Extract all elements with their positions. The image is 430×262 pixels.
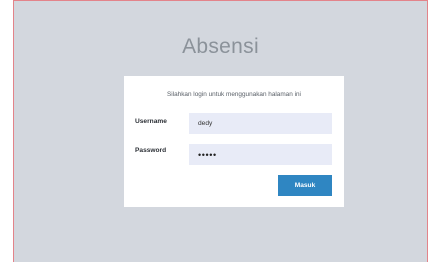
password-field[interactable] bbox=[189, 144, 332, 165]
username-field[interactable] bbox=[189, 113, 332, 134]
app-title: Absensi bbox=[182, 35, 259, 58]
login-instruction: Silahkan login untuk menggunakan halaman… bbox=[167, 91, 301, 98]
login-card: Silahkan login untuk menggunakan halaman… bbox=[124, 76, 344, 207]
username-label: Username bbox=[135, 118, 167, 125]
password-label: Password bbox=[135, 147, 167, 154]
login-button[interactable]: Masuk bbox=[278, 175, 332, 196]
page-frame: Absensi Silahkan login untuk menggunakan… bbox=[13, 0, 428, 262]
